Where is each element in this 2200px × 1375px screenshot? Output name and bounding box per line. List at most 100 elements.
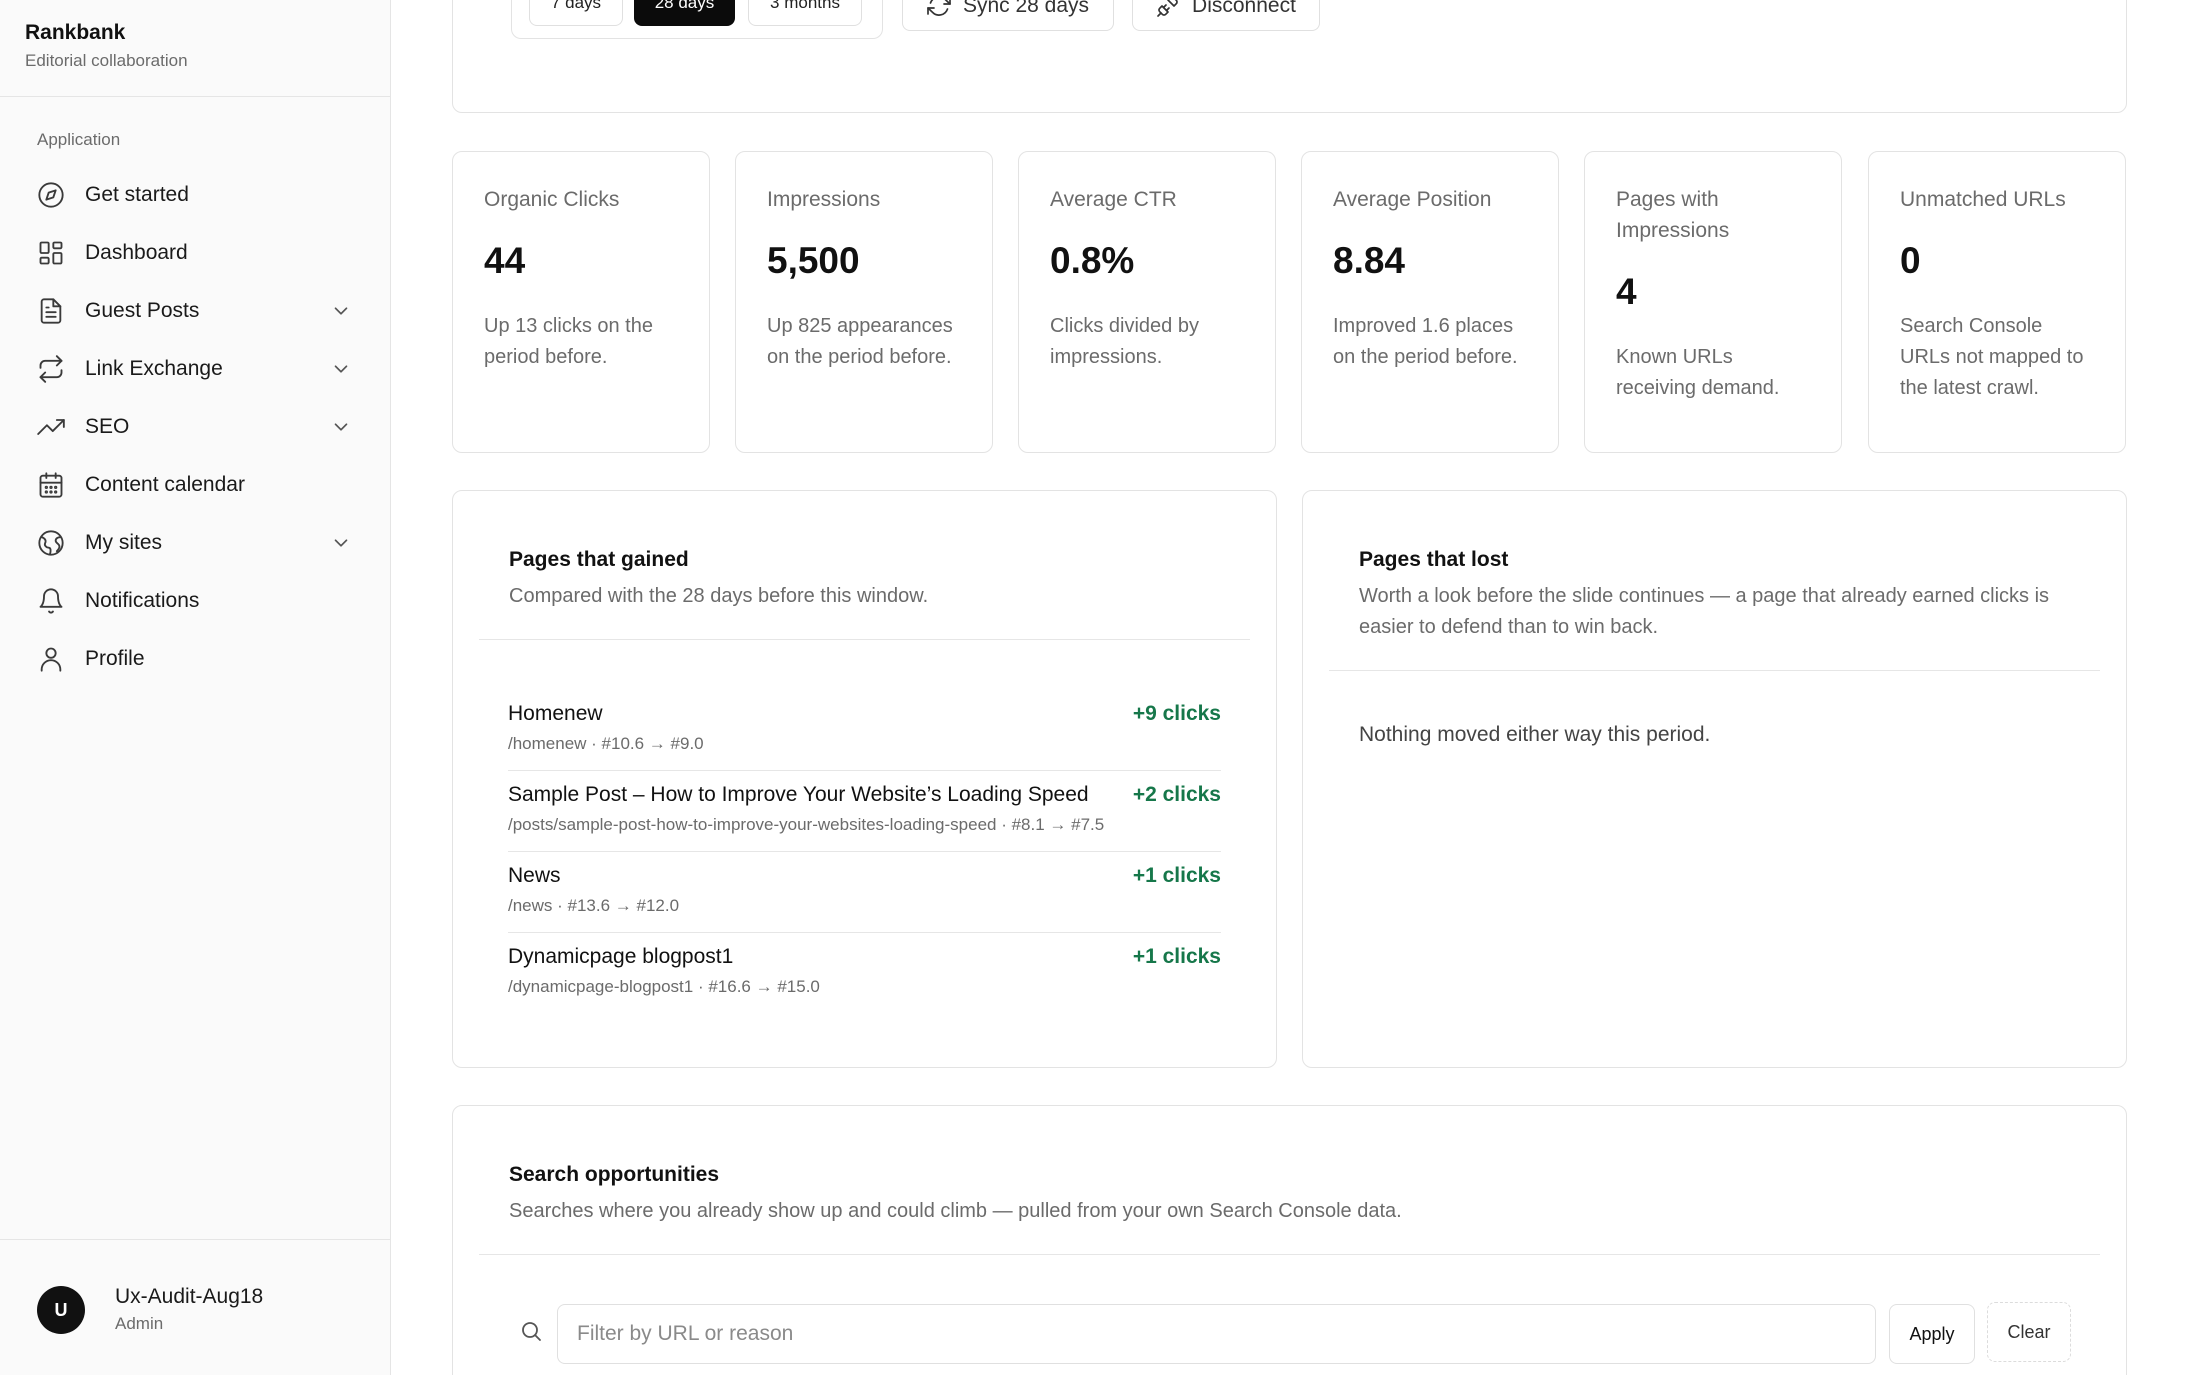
sidebar-item-label: Profile bbox=[85, 647, 145, 670]
sidebar-item-profile[interactable]: Profile bbox=[0, 630, 391, 688]
calendar-icon bbox=[37, 471, 65, 499]
clear-button[interactable]: Clear bbox=[1987, 1302, 2071, 1362]
sidebar-item-content-calendar[interactable]: Content calendar bbox=[0, 456, 391, 514]
list-item[interactable]: Homenew /homenew · #10.6 → #9.0 +9 click… bbox=[508, 690, 1221, 771]
stat-label: Organic Clicks bbox=[484, 188, 620, 211]
clicks-delta: +2 clicks bbox=[1132, 783, 1221, 806]
panel-title: Search opportunities bbox=[509, 1163, 720, 1186]
nav-group-label: Application bbox=[37, 130, 121, 149]
panel-header: Pages that gained Compared with the 28 d… bbox=[509, 545, 1220, 612]
list-item[interactable]: Dynamicpage blogpost1 /dynamicpage-blogp… bbox=[508, 933, 1221, 1014]
panel-title: Pages that gained bbox=[509, 548, 689, 571]
list-item[interactable]: News /news · #13.6 → #12.0 +1 clicks bbox=[508, 852, 1221, 933]
divider bbox=[479, 639, 1250, 640]
stat-description: Known URLs receiving demand. bbox=[1616, 346, 1780, 399]
sidebar-item-label: Get started bbox=[85, 183, 189, 206]
user-menu[interactable]: U Ux-Audit-Aug18 Admin bbox=[37, 1283, 263, 1337]
app-name: Rankbank bbox=[25, 21, 126, 44]
divider bbox=[1329, 670, 2100, 671]
exchange-arrows-icon bbox=[37, 355, 65, 383]
chevron-down-icon[interactable] bbox=[330, 358, 352, 380]
page-name: Sample Post – How to Improve Your Websit… bbox=[508, 783, 1089, 806]
date-range-card: 7 days 28 days 3 months Sync 28 days Dis… bbox=[452, 0, 2127, 113]
date-range-toggle: 7 days 28 days 3 months bbox=[511, 0, 883, 39]
sidebar-item-label: SEO bbox=[85, 415, 130, 438]
user-role: Admin bbox=[115, 1314, 164, 1333]
document-icon bbox=[37, 297, 65, 325]
stat-label: Pages with Impressions bbox=[1616, 188, 1730, 242]
chevron-down-icon[interactable] bbox=[330, 416, 352, 438]
stat-description: Clicks divided by impressions. bbox=[1050, 315, 1199, 368]
panel-header: Pages that lost Worth a look before the … bbox=[1359, 545, 2070, 643]
chevron-down-icon[interactable] bbox=[330, 300, 352, 322]
stat-value: 0 bbox=[1900, 240, 1921, 281]
avatar: U bbox=[37, 1286, 85, 1334]
sync-button[interactable]: Sync 28 days bbox=[902, 0, 1114, 31]
stat-description: Up 825 appearances on the period before. bbox=[767, 315, 953, 368]
compass-icon bbox=[37, 181, 65, 209]
range-28-days-button[interactable]: 28 days bbox=[634, 0, 735, 26]
page-meta: /homenew · #10.6 → #9.0 bbox=[508, 734, 704, 753]
divider bbox=[0, 1239, 391, 1240]
stat-value: 44 bbox=[484, 240, 526, 281]
sidebar-item-label: My sites bbox=[85, 531, 163, 554]
app-subtitle: Editorial collaboration bbox=[25, 51, 188, 70]
unplug-icon bbox=[1157, 0, 1178, 17]
refresh-icon bbox=[927, 0, 951, 16]
stat-value: 4 bbox=[1616, 271, 1637, 312]
stat-card-pages-with-impressions: Pages with Impressions 4 Known URLs rece… bbox=[1584, 151, 1842, 453]
page-name: Homenew bbox=[508, 702, 603, 725]
chevron-down-icon[interactable] bbox=[330, 532, 352, 554]
pages-lost-panel: Pages that lost Worth a look before the … bbox=[1302, 490, 2127, 1068]
stat-description: Improved 1.6 places on the period before… bbox=[1333, 315, 1518, 368]
stat-value: 5,500 bbox=[767, 240, 860, 281]
sidebar-item-label: Dashboard bbox=[85, 241, 188, 264]
clicks-delta: +9 clicks bbox=[1132, 702, 1221, 725]
search-opportunities-panel: Search opportunities Searches where you … bbox=[452, 1105, 2127, 1375]
stat-card-average-ctr: Average CTR 0.8% Clicks divided by impre… bbox=[1018, 151, 1276, 453]
clicks-delta: +1 clicks bbox=[1132, 945, 1221, 968]
stat-card-average-position: Average Position 8.84 Improved 1.6 place… bbox=[1301, 151, 1559, 453]
sync-label: Sync 28 days bbox=[962, 0, 1090, 17]
range-3-months-button[interactable]: 3 months bbox=[748, 0, 862, 26]
list-item[interactable]: Sample Post – How to Improve Your Websit… bbox=[508, 771, 1221, 852]
page-meta: /posts/sample-post-how-to-improve-your-w… bbox=[508, 815, 1105, 834]
apply-button[interactable]: Apply bbox=[1889, 1304, 1975, 1364]
bell-icon bbox=[37, 587, 65, 615]
sidebar-item-dashboard[interactable]: Dashboard bbox=[0, 224, 391, 282]
stat-label: Average Position bbox=[1333, 188, 1492, 211]
user-name: Ux-Audit-Aug18 bbox=[115, 1285, 264, 1308]
trending-up-icon bbox=[37, 413, 65, 441]
panel-title: Pages that lost bbox=[1359, 548, 1509, 571]
user-icon bbox=[37, 645, 65, 673]
panel-header: Search opportunities Searches where you … bbox=[509, 1160, 2070, 1227]
range-7-days-button[interactable]: 7 days bbox=[529, 0, 623, 26]
divider bbox=[479, 1254, 2100, 1255]
stat-label: Impressions bbox=[767, 188, 881, 211]
user-info: Ux-Audit-Aug18 Admin bbox=[115, 1283, 263, 1337]
sidebar-item-my-sites[interactable]: My sites bbox=[0, 514, 391, 572]
sidebar-item-guest-posts[interactable]: Guest Posts bbox=[0, 282, 391, 340]
sidebar-item-seo[interactable]: SEO bbox=[0, 398, 391, 456]
page-meta: /dynamicpage-blogpost1 · #16.6 → #15.0 bbox=[508, 977, 820, 996]
stat-card-impressions: Impressions 5,500 Up 825 appearances on … bbox=[735, 151, 993, 453]
disconnect-label: Disconnect bbox=[1192, 0, 1296, 17]
sidebar-item-label: Notifications bbox=[85, 589, 200, 612]
gained-list: Homenew /homenew · #10.6 → #9.0 +9 click… bbox=[508, 690, 1221, 1014]
sidebar: Rankbank Editorial collaboration Applica… bbox=[0, 0, 391, 1375]
stat-description: Search Console URLs not mapped to the la… bbox=[1900, 315, 2084, 399]
divider bbox=[0, 96, 391, 97]
disconnect-button[interactable]: Disconnect bbox=[1132, 0, 1320, 31]
stat-card-unmatched-urls: Unmatched URLs 0 Search Console URLs not… bbox=[1868, 151, 2126, 453]
page-name: News bbox=[508, 864, 561, 887]
panel-subtitle: Compared with the 28 days before this wi… bbox=[509, 585, 929, 607]
clicks-delta: +1 clicks bbox=[1132, 864, 1221, 887]
sidebar-item-get-started[interactable]: Get started bbox=[0, 166, 391, 224]
stat-label: Unmatched URLs bbox=[1900, 188, 2066, 211]
sidebar-item-link-exchange[interactable]: Link Exchange bbox=[0, 340, 391, 398]
brand[interactable]: Rankbank Editorial collaboration bbox=[25, 18, 188, 74]
stat-value: 0.8% bbox=[1050, 240, 1135, 281]
filter-input[interactable] bbox=[557, 1304, 1876, 1364]
stat-description: Up 13 clicks on the period before. bbox=[484, 315, 653, 368]
sidebar-item-notifications[interactable]: Notifications bbox=[0, 572, 391, 630]
